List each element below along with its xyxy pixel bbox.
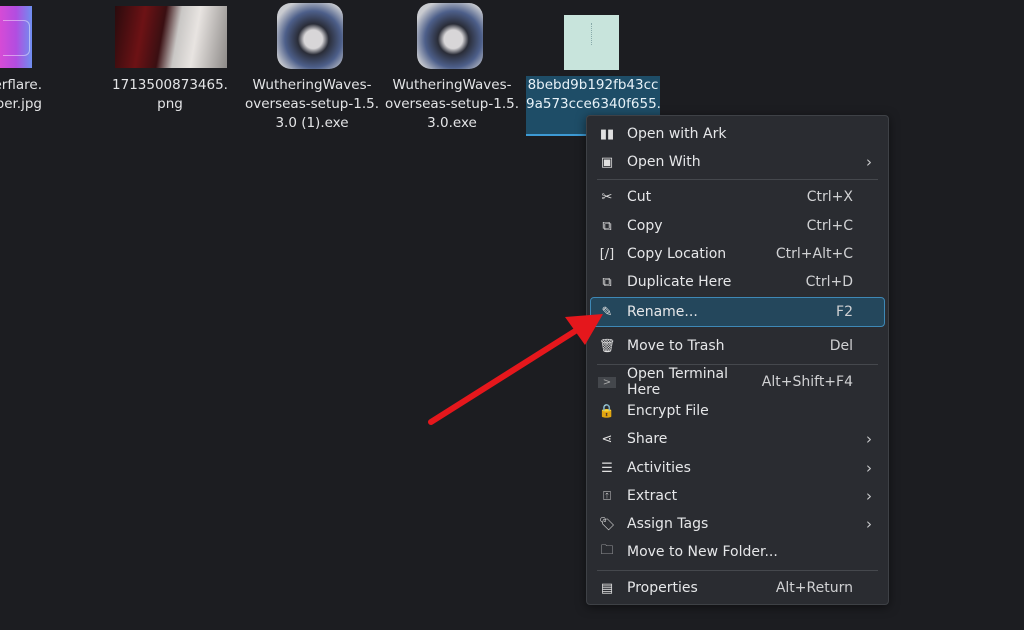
archive-thumbnail <box>564 15 619 70</box>
share-icon: ⋖ <box>601 431 613 447</box>
copy-icon: ⧉ <box>602 218 612 234</box>
copy-location-icon: [/] <box>599 246 615 262</box>
terminal-icon: > <box>598 376 616 388</box>
menu-item-move-to-trash[interactable]: 🗑 Move to Trash Del <box>591 332 884 360</box>
menu-separator <box>597 364 878 365</box>
menu-item-open-with-ark[interactable]: ▮▮ Open with Ark <box>591 120 884 148</box>
file-thumbnail <box>115 6 227 68</box>
file-thumbnail <box>0 6 32 68</box>
chevron-right-icon: › <box>866 487 872 505</box>
menu-item-encrypt-file[interactable]: 🔒 Encrypt File <box>591 397 884 425</box>
scissors-icon: ✂ <box>601 189 613 205</box>
menu-item-move-to-new-folder[interactable]: 🗀 Move to New Folder... <box>591 538 884 566</box>
menu-item-cut[interactable]: ✂ Cut Ctrl+X <box>591 183 884 211</box>
app-icon <box>417 3 483 69</box>
arrow-shaft <box>428 325 583 425</box>
chevron-right-icon: › <box>866 153 872 171</box>
menu-separator <box>597 179 878 180</box>
pencil-icon: ✎ <box>601 304 613 320</box>
context-menu: ▮▮ Open with Ark ▣ Open With › ✂ Cut Ctr… <box>586 115 889 605</box>
menu-item-share[interactable]: ⋖ Share › <box>591 425 884 453</box>
menu-item-open-terminal-here[interactable]: > Open Terminal Here Alt+Shift+F4 <box>591 366 884 398</box>
menu-item-activities[interactable]: ☰ Activities › <box>591 454 884 482</box>
menu-item-extract[interactable]: ⍐ Extract › <box>591 482 884 510</box>
file-name: WutheringWaves- overseas-setup-1.5. 3.0 … <box>244 77 379 131</box>
chevron-right-icon: › <box>866 515 872 533</box>
menu-item-rename[interactable]: ✎ Rename... F2 <box>590 297 885 327</box>
menu-item-properties[interactable]: ▤ Properties Alt+Return <box>591 574 884 602</box>
duplicate-icon: ⧉ <box>602 274 612 290</box>
file-name: llpaperflare. _wallpaper.jpg <box>0 77 42 112</box>
tag-icon: 🏷 <box>598 516 616 532</box>
archive-icon: ▮▮ <box>599 126 615 142</box>
file-name: WutheringWaves- overseas-setup-1.5. 3.0.… <box>384 77 519 131</box>
file-name: 1713500873465. png <box>112 77 228 112</box>
menu-item-assign-tags[interactable]: 🏷 Assign Tags › <box>591 510 884 538</box>
menu-item-copy-location[interactable]: [/] Copy Location Ctrl+Alt+C <box>591 240 884 268</box>
new-folder-icon: 🗀 <box>600 543 614 558</box>
chevron-right-icon: › <box>866 430 872 448</box>
menu-item-duplicate-here[interactable]: ⧉ Duplicate Here Ctrl+D <box>591 268 884 296</box>
app-icon <box>277 3 343 69</box>
open-with-icon: ▣ <box>600 154 614 170</box>
extract-icon: ⍐ <box>603 488 611 504</box>
menu-item-open-with[interactable]: ▣ Open With › <box>591 148 884 176</box>
menu-item-copy[interactable]: ⧉ Copy Ctrl+C <box>591 212 884 240</box>
lock-icon: 🔒 <box>598 403 616 419</box>
properties-icon: ▤ <box>600 580 614 596</box>
menu-separator <box>597 570 878 571</box>
chevron-right-icon: › <box>866 459 872 477</box>
activities-icon: ☰ <box>601 460 613 476</box>
trash-icon: 🗑 <box>598 338 616 354</box>
